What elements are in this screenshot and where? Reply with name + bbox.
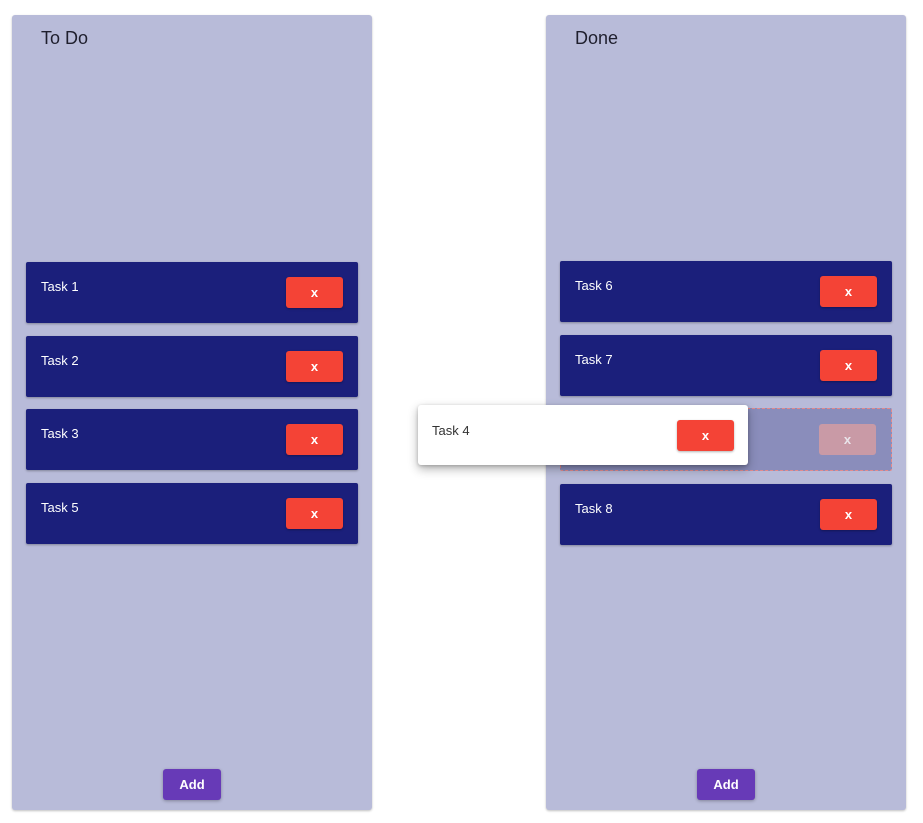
column-todo: To Do Task 1 x Task 2 x Task 3 x Task 5 … xyxy=(12,15,372,810)
task-card[interactable]: Task 7 x xyxy=(560,335,892,396)
delete-task-button[interactable]: x xyxy=(820,499,877,530)
task-label: Task 1 xyxy=(41,279,79,294)
task-card[interactable]: Task 8 x xyxy=(560,484,892,545)
delete-task-button[interactable]: x xyxy=(286,351,343,382)
task-label: Task 3 xyxy=(41,426,79,441)
delete-task-button[interactable]: x xyxy=(286,424,343,455)
kanban-board: To Do Task 1 x Task 2 x Task 3 x Task 5 … xyxy=(0,0,923,823)
task-card[interactable]: Task 3 x xyxy=(26,409,358,470)
task-label: Task 5 xyxy=(41,500,79,515)
dragging-task-card[interactable]: Task 4 x xyxy=(418,405,748,465)
delete-task-button[interactable]: x xyxy=(820,276,877,307)
delete-task-button[interactable]: x xyxy=(677,420,734,451)
task-label: Task 4 xyxy=(432,423,470,438)
task-label: Task 7 xyxy=(575,352,613,367)
task-label: Task 8 xyxy=(575,501,613,516)
delete-task-button[interactable]: x xyxy=(820,350,877,381)
task-card[interactable]: Task 2 x xyxy=(26,336,358,397)
placeholder-delete-button: x xyxy=(819,424,876,455)
task-card[interactable]: Task 6 x xyxy=(560,261,892,322)
task-label: Task 6 xyxy=(575,278,613,293)
add-task-button[interactable]: Add xyxy=(163,769,221,800)
task-card[interactable]: Task 5 x xyxy=(26,483,358,544)
delete-task-button[interactable]: x xyxy=(286,277,343,308)
add-task-button[interactable]: Add xyxy=(697,769,755,800)
task-card[interactable]: Task 1 x xyxy=(26,262,358,323)
delete-task-button[interactable]: x xyxy=(286,498,343,529)
task-label: Task 2 xyxy=(41,353,79,368)
column-title: Done xyxy=(575,28,619,48)
column-title: To Do xyxy=(41,28,89,48)
